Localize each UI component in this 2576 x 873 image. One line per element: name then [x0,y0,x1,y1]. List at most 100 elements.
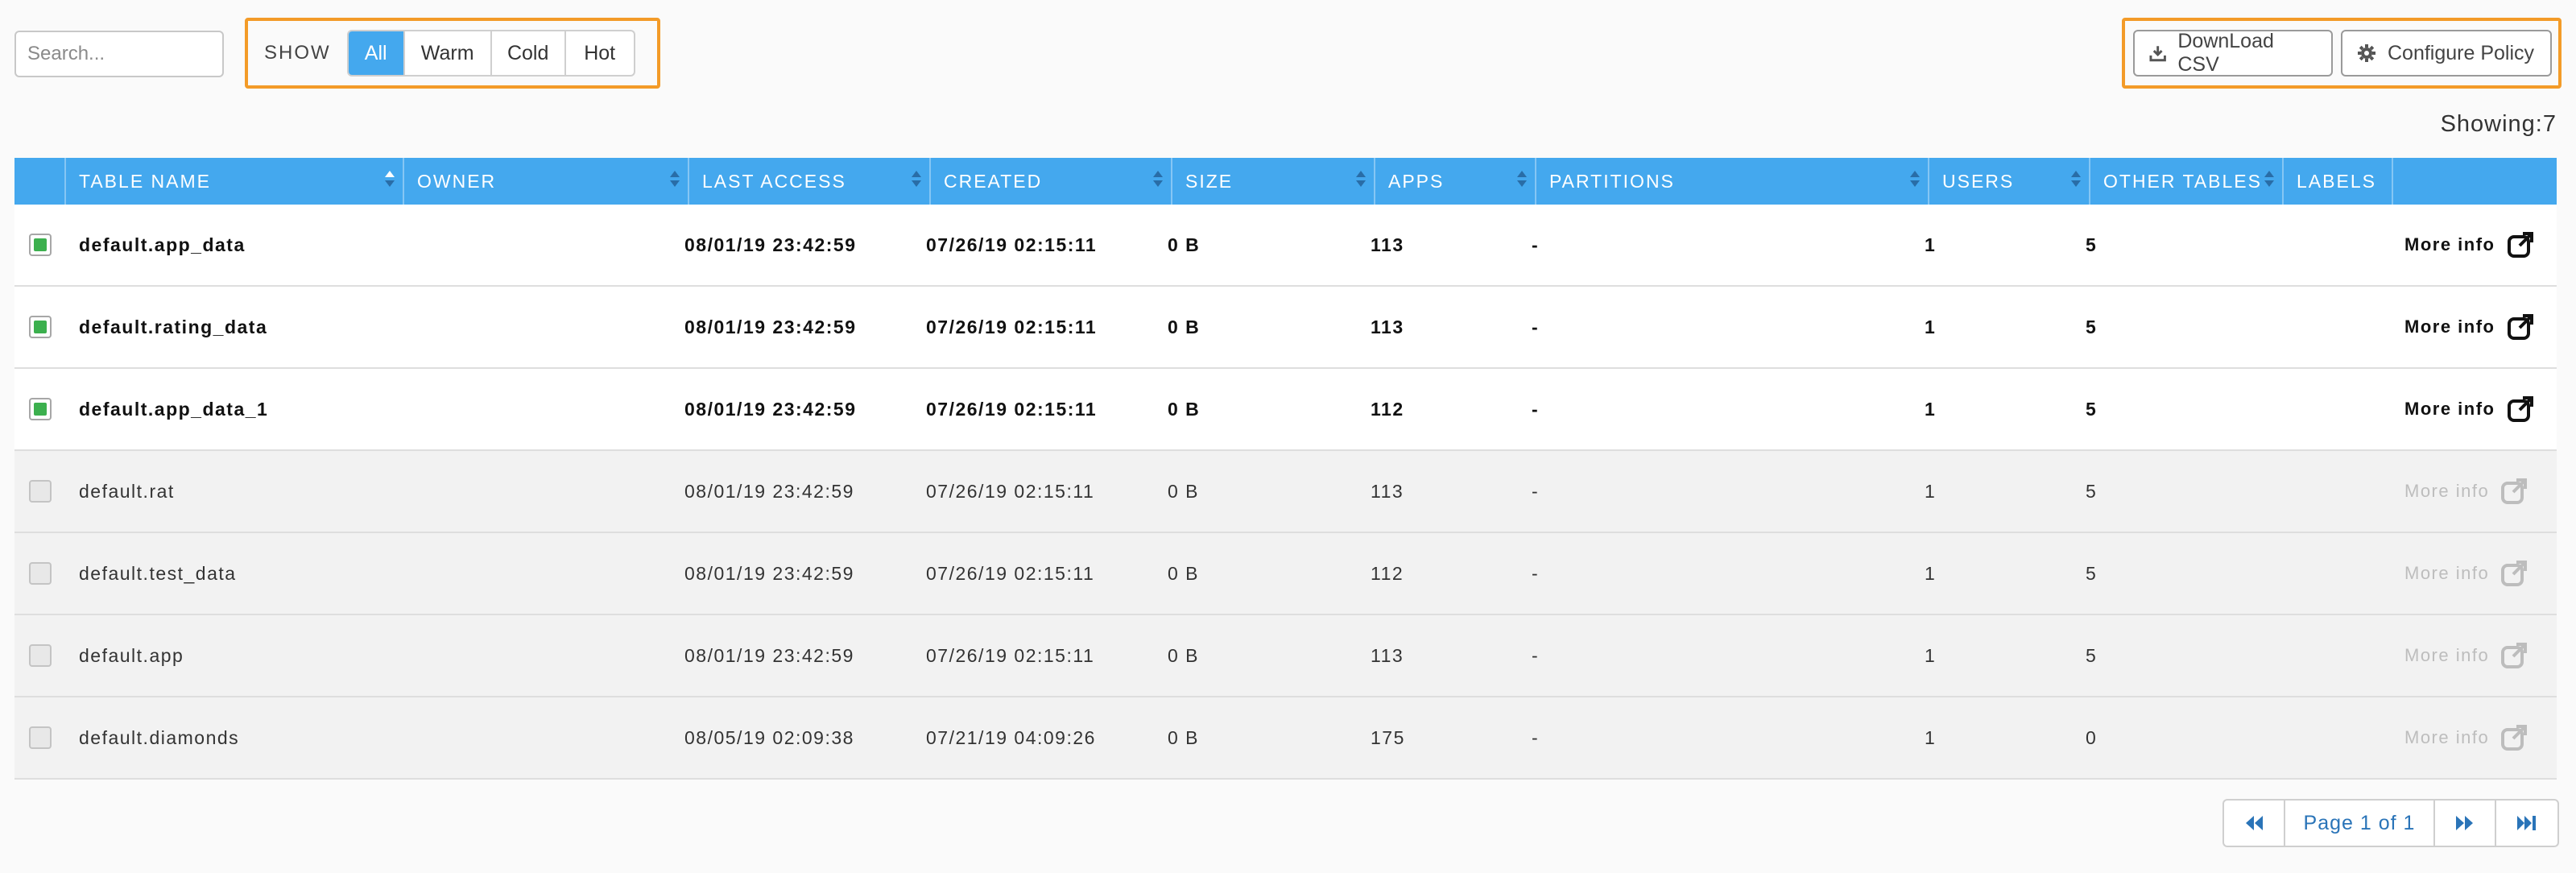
more-info-link[interactable]: More info [2404,615,2528,696]
cell-created: 07/26/19 02:15:11 [926,234,1098,255]
cell-created: 07/26/19 02:15:11 [926,398,1098,420]
cell-last-access: 08/01/19 23:42:59 [684,480,854,502]
show-filter-group: SHOW All Warm Cold Hot [245,18,660,89]
column-header-other-tables[interactable]: OTHER TABLES [2089,158,2282,205]
sort-icon [912,171,921,187]
more-info-link[interactable]: More info [2404,697,2528,778]
external-link-icon [2507,314,2533,340]
sort-icon [1910,171,1920,187]
row-checkbox[interactable] [29,234,52,256]
cell-last-access: 08/01/19 23:42:59 [684,234,857,255]
cell-size: 0 B [1168,398,1201,420]
cell-other-tables: 5 [2086,398,2098,420]
cell-last-access: 08/05/19 02:09:38 [684,726,854,748]
filter-segmented-control: All Warm Cold Hot [346,30,635,77]
cell-users: 1 [1925,316,1937,337]
table-body: default.app_data 08/01/19 23:42:59 07/26… [14,205,2557,780]
cell-created: 07/26/19 02:15:11 [926,562,1095,584]
column-header-created[interactable]: CREATED [929,158,1171,205]
cell-size: 0 B [1168,562,1200,584]
configure-policy-button[interactable]: Configure Policy [2341,30,2552,77]
last-page-icon [2517,816,2536,830]
cell-table-name: default.rat [79,480,175,502]
cell-users: 1 [1925,562,1937,584]
cell-other-tables: 5 [2086,480,2098,502]
first-page-button[interactable] [2224,801,2285,846]
row-checkbox[interactable] [29,644,52,667]
search-input[interactable] [14,31,224,77]
cell-created: 07/26/19 02:15:11 [926,644,1095,666]
cell-apps: 112 [1371,398,1404,420]
cell-size: 0 B [1168,316,1201,337]
cell-apps: 113 [1371,316,1404,337]
next-page-icon [2456,816,2473,830]
column-header-last-access[interactable]: LAST ACCESS [688,158,929,205]
cell-size: 0 B [1168,644,1200,666]
cell-partitions: - [1532,234,1540,255]
column-header-apps[interactable]: APPS [1374,158,1535,205]
sort-icon [1517,171,1527,187]
cell-other-tables: 5 [2086,644,2098,666]
column-header-owner[interactable]: OWNER [403,158,688,205]
more-info-link[interactable]: More info [2404,205,2534,285]
sort-icon [2264,171,2274,187]
more-info-label: More info [2404,317,2495,337]
more-info-label: More info [2404,234,2495,254]
column-header-size[interactable]: SIZE [1171,158,1374,205]
table-row[interactable]: default.diamonds 08/05/19 02:09:38 07/21… [14,697,2557,780]
more-info-link[interactable]: More info [2404,533,2528,614]
configure-policy-label: Configure Policy [2388,41,2535,64]
actions-group: DownLoad CSV Configure Policy [2122,18,2562,89]
more-info-link[interactable]: More info [2404,287,2534,367]
column-header-users[interactable]: USERS [1928,158,2089,205]
cell-apps: 113 [1371,644,1404,666]
download-csv-button[interactable]: DownLoad CSV [2133,30,2333,77]
filter-cold-button[interactable]: Cold [492,31,566,75]
more-info-label: More info [2404,563,2490,583]
sort-icon [670,171,680,187]
row-checkbox[interactable] [29,726,52,749]
last-page-button[interactable] [2496,801,2557,846]
filter-hot-button[interactable]: Hot [566,31,634,75]
cell-partitions: - [1532,562,1540,584]
table-row[interactable]: default.app_data 08/01/19 23:42:59 07/26… [14,205,2557,287]
table-row[interactable]: default.test_data 08/01/19 23:42:59 07/2… [14,533,2557,615]
filter-all-button[interactable]: All [348,31,405,75]
pagination: Page 1 of 1 [2222,799,2559,847]
more-info-link[interactable]: More info [2404,451,2528,532]
more-info-label: More info [2404,399,2495,419]
table-row[interactable]: default.app_data_1 08/01/19 23:42:59 07/… [14,369,2557,451]
cell-other-tables: 5 [2086,562,2098,584]
cell-size: 0 B [1168,726,1200,748]
cell-created: 07/21/19 04:09:26 [926,726,1096,748]
row-checkbox[interactable] [29,398,52,420]
sort-icon [1153,171,1163,187]
column-header-table-name[interactable]: TABLE NAME [64,158,403,205]
sort-icon [385,171,395,187]
first-page-icon [2246,816,2263,830]
filter-warm-button[interactable]: Warm [405,31,492,75]
cell-users: 1 [1925,234,1937,255]
row-checkbox[interactable] [29,316,52,338]
cell-partitions: - [1532,726,1540,748]
cell-last-access: 08/01/19 23:42:59 [684,316,857,337]
table-header: TABLE NAME OWNER LAST ACCESS CREATED SIZ… [14,158,2557,205]
row-checkbox[interactable] [29,480,52,503]
cell-table-name: default.diamonds [79,726,240,748]
download-csv-label: DownLoad CSV [2177,30,2274,76]
cell-partitions: - [1532,480,1540,502]
sort-icon [1356,171,1366,187]
column-header-labels[interactable]: LABELS [2282,158,2392,205]
cell-users: 1 [1925,644,1937,666]
cell-apps: 112 [1371,562,1404,584]
cell-created: 07/26/19 02:15:11 [926,316,1098,337]
table-row[interactable]: default.app 08/01/19 23:42:59 07/26/19 0… [14,615,2557,697]
cell-other-tables: 0 [2086,726,2098,748]
more-info-link[interactable]: More info [2404,369,2534,449]
table-row[interactable]: default.rat 08/01/19 23:42:59 07/26/19 0… [14,451,2557,533]
row-checkbox[interactable] [29,562,52,585]
show-label: SHOW [264,42,331,64]
next-page-button[interactable] [2435,801,2496,846]
column-header-partitions[interactable]: PARTITIONS [1535,158,1928,205]
table-row[interactable]: default.rating_data 08/01/19 23:42:59 07… [14,287,2557,369]
